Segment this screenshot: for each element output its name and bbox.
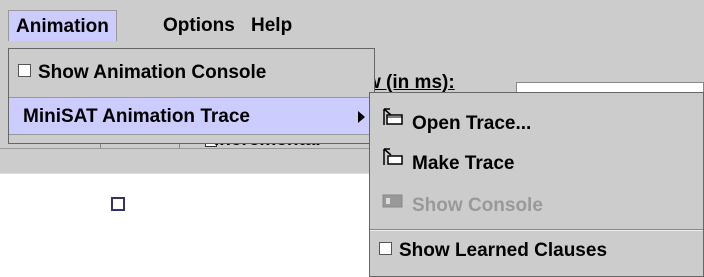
show-learned-clauses-item[interactable]: Show Learned Clauses [370,231,703,271]
make-trace-label: Make Trace [412,153,515,175]
checkbox-icon [18,64,31,78]
show-console-label: Show Console [412,195,543,217]
make-trace-icon [382,142,404,182]
menu-help[interactable]: Help [244,10,299,41]
open-trace-icon [382,102,404,142]
open-trace-label: Open Trace... [412,113,532,135]
submenu-arrow-icon [358,111,365,123]
trace-submenu: Open Trace... Make Trace Show Console Sh… [369,92,704,277]
checkbox-icon [379,242,392,256]
menu-bar: Animation Options Help [0,0,704,48]
console-icon [382,184,404,224]
show-animation-console-label: Show Animation Console [38,62,267,83]
menu-animation[interactable]: Animation [8,10,117,41]
small-square-icon [111,197,125,211]
minisat-animation-trace-item[interactable]: MiniSAT Animation Trace [9,97,374,135]
show-animation-console-item[interactable]: Show Animation Console [9,54,374,92]
make-trace-item[interactable]: Make Trace [370,144,703,184]
show-learned-clauses-label: Show Learned Clauses [399,240,608,261]
menu-options[interactable]: Options [156,10,242,41]
open-trace-item[interactable]: Open Trace... [370,104,703,144]
minisat-animation-trace-label: MiniSAT Animation Trace [23,106,250,127]
show-console-item[interactable]: Show Console [370,186,703,226]
animation-dropdown: Show Animation Console MiniSAT Animation… [8,48,375,144]
delay-label: w (in ms): [366,72,455,93]
